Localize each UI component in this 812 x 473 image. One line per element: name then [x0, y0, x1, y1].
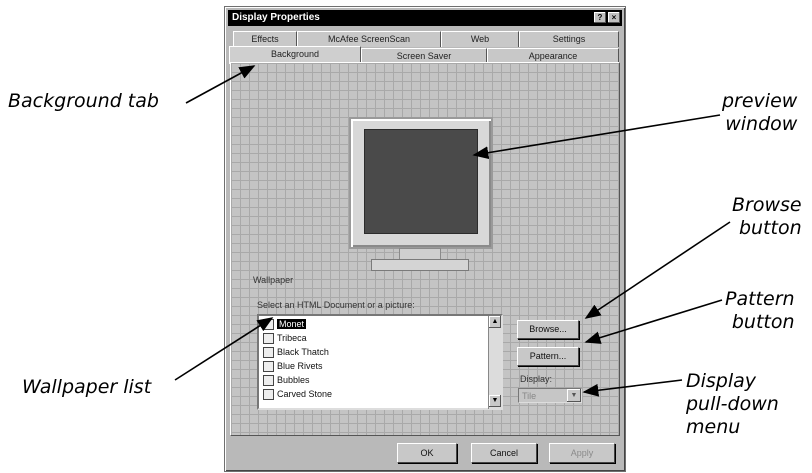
scroll-down-icon[interactable]: ▼	[489, 395, 501, 407]
browse-button[interactable]: Browse...	[517, 320, 579, 339]
wallpaper-list[interactable]: Monet Tribeca Black Thatch Blue Rivets B…	[257, 314, 503, 410]
picture-file-icon	[263, 375, 274, 387]
apply-button[interactable]: Apply	[549, 443, 615, 463]
help-icon[interactable]: ?	[594, 12, 606, 23]
ok-button[interactable]: OK	[397, 443, 457, 463]
list-item[interactable]: Monet	[263, 318, 307, 331]
tab-effects[interactable]: Effects	[233, 31, 297, 47]
picture-file-icon	[263, 347, 274, 359]
monitor-base	[371, 259, 469, 271]
list-item[interactable]: Black Thatch	[263, 346, 329, 359]
wallpaper-instruction: Select an HTML Document or a picture:	[257, 300, 415, 310]
background-tab-panel: Wallpaper Select an HTML Document or a p…	[230, 62, 620, 436]
callout-browse-button: Browse button	[732, 194, 802, 239]
callout-preview-window: preview window	[722, 90, 798, 135]
callout-background-tab: Background tab	[8, 90, 159, 112]
display-label: Display:	[520, 374, 553, 384]
tab-web[interactable]: Web	[441, 31, 519, 47]
title-bar: Display Properties ? ×	[228, 10, 622, 26]
chevron-down-icon[interactable]: ▼	[567, 389, 581, 402]
display-select[interactable]: Tile ▼	[518, 388, 582, 403]
tab-settings[interactable]: Settings	[519, 31, 619, 47]
picture-file-icon	[263, 389, 274, 401]
close-icon[interactable]: ×	[608, 12, 620, 23]
display-value: Tile	[522, 391, 537, 401]
tab-mcafee-screenscan[interactable]: McAfee ScreenScan	[297, 31, 441, 47]
list-scrollbar[interactable]: ▲ ▼	[488, 316, 501, 409]
picture-file-icon	[263, 319, 274, 331]
list-item[interactable]: Carved Stone	[263, 388, 332, 401]
callout-display-menu: Display pull-down menu	[686, 370, 779, 438]
picture-file-icon	[263, 333, 274, 345]
display-properties-dialog: Display Properties ? × Effects McAfee Sc…	[224, 6, 626, 472]
wallpaper-group-label: Wallpaper	[253, 275, 294, 285]
picture-file-icon	[263, 361, 274, 373]
window-title: Display Properties	[232, 12, 320, 23]
callout-pattern-button: Pattern button	[725, 288, 795, 333]
pattern-button[interactable]: Pattern...	[517, 347, 579, 366]
callout-wallpaper-list: Wallpaper list	[22, 376, 152, 398]
list-item[interactable]: Bubbles	[263, 374, 310, 387]
list-item[interactable]: Blue Rivets	[263, 360, 323, 373]
preview-window	[364, 129, 478, 234]
monitor-preview	[349, 117, 493, 249]
scroll-up-icon[interactable]: ▲	[489, 316, 501, 328]
cancel-button[interactable]: Cancel	[471, 443, 537, 463]
list-item[interactable]: Tribeca	[263, 332, 307, 345]
